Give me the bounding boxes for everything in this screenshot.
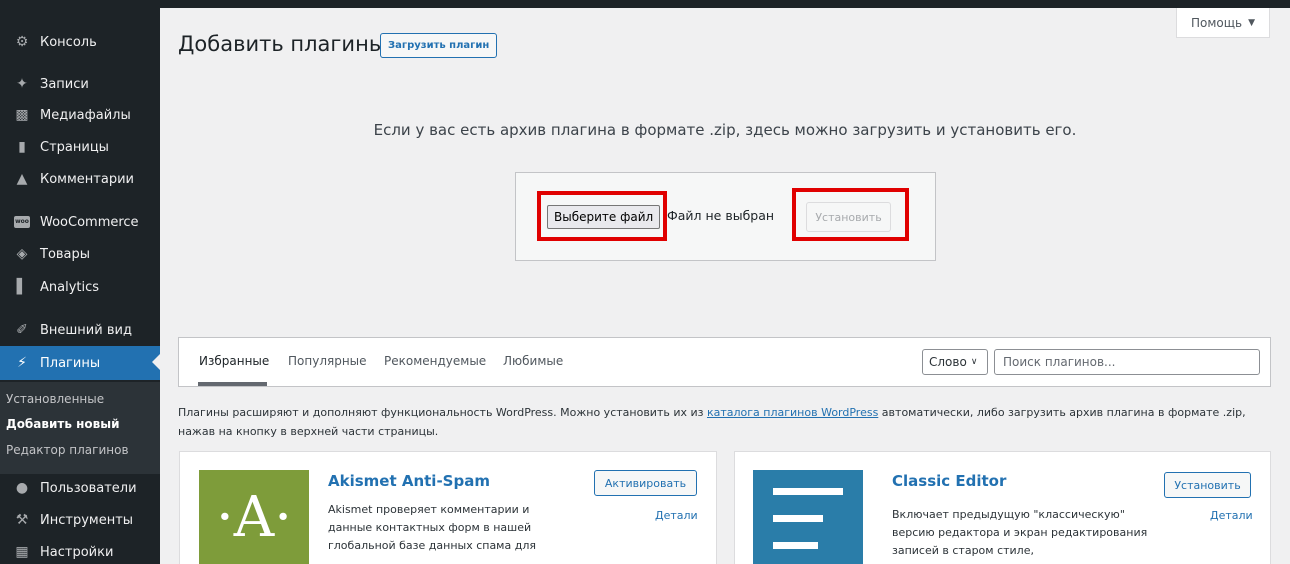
analytics-icon: ▌: [16, 279, 28, 295]
media-icon: ▩: [15, 107, 29, 123]
sidebar-item-appearance[interactable]: ✐ Внешний вид: [0, 314, 160, 346]
sidebar-item-label: Товары: [40, 246, 91, 262]
plugin-card-description: Akismet проверяет комментарии и данные к…: [328, 503, 536, 552]
help-label: Помощь: [1190, 15, 1243, 30]
sidebar-item-label: WooCommerce: [40, 214, 139, 230]
details-link[interactable]: Детали: [655, 509, 698, 522]
sidebar-item-label: Комментарии: [40, 171, 134, 187]
sidebar-item-label: Записи: [40, 76, 89, 92]
tab-active-indicator: [198, 382, 267, 386]
tab-popular[interactable]: Популярные: [288, 354, 367, 368]
sidebar-item-plugins[interactable]: ⚡ Плагины: [0, 346, 160, 380]
akismet-logo: ·A·: [199, 470, 309, 564]
upload-plugin-button[interactable]: Загрузить плагин: [380, 33, 498, 58]
search-plugins-input[interactable]: [994, 349, 1260, 375]
details-link[interactable]: Детали: [1210, 509, 1253, 522]
sidebar-item-woocommerce[interactable]: woo WooCommerce: [0, 206, 160, 238]
plugins-icon: ⚡: [17, 355, 27, 371]
highlight-choose-file: [537, 191, 667, 241]
submenu-add-new[interactable]: Добавить новый: [6, 417, 120, 431]
sidebar-item-pages[interactable]: ▮ Страницы: [0, 131, 160, 163]
sidebar-item-label: Пользователи: [40, 480, 137, 496]
description-text: Плагины расширяют и дополняют функционал…: [178, 406, 707, 419]
active-indicator: [152, 354, 160, 370]
tab-featured[interactable]: Избранные: [199, 354, 269, 368]
sidebar-item-comments[interactable]: ▲ Комментарии: [0, 163, 160, 195]
dashboard-icon: ⚙: [15, 34, 29, 50]
sidebar-item-label: Медиафайлы: [40, 107, 131, 123]
help-tab[interactable]: Помощь ▼: [1176, 8, 1270, 38]
highlight-install: [792, 188, 909, 241]
sidebar-item-products[interactable]: ◈ Товары: [0, 238, 160, 270]
submenu-installed[interactable]: Установленные: [6, 392, 104, 406]
triangle-down-icon: ▼: [1248, 17, 1256, 28]
sidebar-item-dashboard[interactable]: ⚙ Консоль: [0, 26, 160, 58]
sidebar-item-tools[interactable]: ⚒ Инструменты: [0, 504, 160, 536]
plugin-card-title[interactable]: Akismet Anti-Spam: [328, 472, 490, 490]
products-icon: ◈: [16, 246, 28, 262]
users-icon: ●: [15, 480, 29, 496]
sidebar-item-posts[interactable]: ✦ Записи: [0, 68, 160, 100]
settings-icon: ▦: [15, 544, 29, 560]
activate-button[interactable]: Активировать: [594, 470, 697, 496]
search-type-value: Слово: [929, 355, 967, 369]
plugin-directory-link[interactable]: каталога плагинов WordPress: [707, 406, 878, 419]
sidebar-item-analytics[interactable]: ▌ Analytics: [0, 271, 160, 303]
admin-bar: [0, 0, 1290, 8]
comments-icon: ▲: [16, 171, 28, 187]
sidebar-item-label: Инструменты: [40, 512, 134, 528]
sidebar-item-label: Analytics: [40, 279, 100, 295]
page-title: Добавить плагины: [178, 32, 386, 56]
pin-icon: ✦: [16, 76, 28, 92]
tab-favorites[interactable]: Любимые: [503, 354, 563, 368]
sidebar-item-label: Внешний вид: [40, 322, 132, 338]
sidebar-item-label: Страницы: [40, 139, 109, 155]
sidebar-item-label: Настройки: [40, 544, 114, 560]
sidebar-item-label: Плагины: [40, 355, 101, 371]
woo-icon: woo: [12, 212, 32, 232]
install-plugin-button[interactable]: Установить: [1164, 472, 1251, 498]
tools-icon: ⚒: [15, 512, 29, 528]
tab-recommended[interactable]: Рекомендуемые: [384, 354, 486, 368]
sidebar-item-media[interactable]: ▩ Медиафайлы: [0, 99, 160, 131]
chevron-down-icon: ∨: [970, 357, 978, 367]
plugin-card-title[interactable]: Classic Editor: [892, 472, 1006, 490]
pages-icon: ▮: [18, 139, 26, 155]
sidebar-item-settings[interactable]: ▦ Настройки: [0, 536, 160, 564]
appearance-icon: ✐: [16, 322, 28, 338]
classic-editor-logo: [753, 470, 863, 564]
admin-sidebar: ⚙ Консоль ✦ Записи ▩ Медиафайлы ▮ Страни…: [0, 8, 160, 564]
sidebar-item-label: Консоль: [40, 34, 97, 50]
search-type-select[interactable]: Слово ∨: [922, 349, 988, 375]
file-status: Файл не выбран: [667, 208, 775, 223]
upload-help-text: Если у вас есть архив плагина в формате …: [373, 121, 1077, 139]
submenu-plugin-editor[interactable]: Редактор плагинов: [6, 443, 129, 457]
plugins-description: Плагины расширяют и дополняют функционал…: [178, 403, 1273, 441]
sidebar-item-users[interactable]: ● Пользователи: [0, 472, 160, 504]
plugin-card-description: Включает предыдущую "классическую" верси…: [892, 508, 1148, 557]
